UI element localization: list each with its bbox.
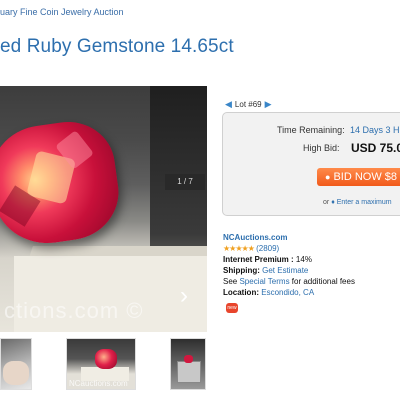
seller-info: NCAuctions.com ★★★★★ (2809) Internet Pre… xyxy=(223,232,355,298)
max-bid-link[interactable]: Enter a maximum xyxy=(337,199,392,206)
time-remaining-value: 14 Days 3 H xyxy=(350,125,400,135)
photo-counter: 1 / 7 xyxy=(165,174,205,190)
premium-label: Internet Premium : xyxy=(223,255,294,264)
pin-icon: ● xyxy=(325,172,331,182)
breadcrumb[interactable]: uary Fine Coin Jewelry Auction xyxy=(0,7,124,17)
seller-name[interactable]: NCAuctions.com xyxy=(223,232,355,243)
thumbnail-2[interactable]: NCauctions.com xyxy=(66,338,136,390)
lot-number: Lot #69 xyxy=(234,100,262,109)
main-photo[interactable]: ctions.com © 1 / 7 › xyxy=(0,86,207,332)
shipping-label: Shipping: xyxy=(223,266,260,275)
thumbnail-3[interactable] xyxy=(170,338,206,390)
shipping-estimate-link[interactable]: Get Estimate xyxy=(262,266,308,275)
arrow-left-icon[interactable]: ◀ xyxy=(225,99,232,110)
arrow-right-icon[interactable]: ▶ xyxy=(265,99,272,110)
ruby-gemstone xyxy=(0,115,125,251)
high-bid-label: High Bid: xyxy=(303,143,340,153)
rating-count[interactable]: (2809) xyxy=(256,244,279,253)
rating-stars: ★★★★★ xyxy=(223,244,255,253)
max-bid-row: or ♦ Enter a maximum xyxy=(323,199,392,206)
lot-navigation: ◀ Lot #69 ▶ xyxy=(225,99,272,110)
time-remaining-label: Time Remaining: xyxy=(277,125,345,135)
special-terms-link[interactable]: Special Terms xyxy=(239,277,289,286)
bid-panel: Time Remaining: 14 Days 3 H High Bid: US… xyxy=(222,112,400,216)
see-text: See xyxy=(223,277,238,286)
diamond-icon: ♦ xyxy=(331,199,335,206)
terms-suffix: for additional fees xyxy=(291,277,355,286)
thumbnail-1[interactable] xyxy=(0,338,32,390)
or-text: or xyxy=(323,199,330,206)
new-badge: new xyxy=(226,303,238,313)
location-value[interactable]: Escondido, CA xyxy=(261,288,314,297)
high-bid-value: USD 75.00 xyxy=(351,141,400,155)
page-title: ed Ruby Gemstone 14.65ct xyxy=(0,36,234,57)
thumbnail-watermark: NCauctions.com xyxy=(69,379,128,388)
location-label: Location: xyxy=(223,288,259,297)
bid-now-button[interactable]: ● BID NOW $8 xyxy=(317,168,400,186)
chevron-right-icon[interactable]: › xyxy=(180,284,188,308)
bid-now-label: BID NOW $8 xyxy=(333,171,398,183)
photo-watermark: ctions.com © xyxy=(4,298,144,323)
premium-value: 14% xyxy=(295,255,312,264)
